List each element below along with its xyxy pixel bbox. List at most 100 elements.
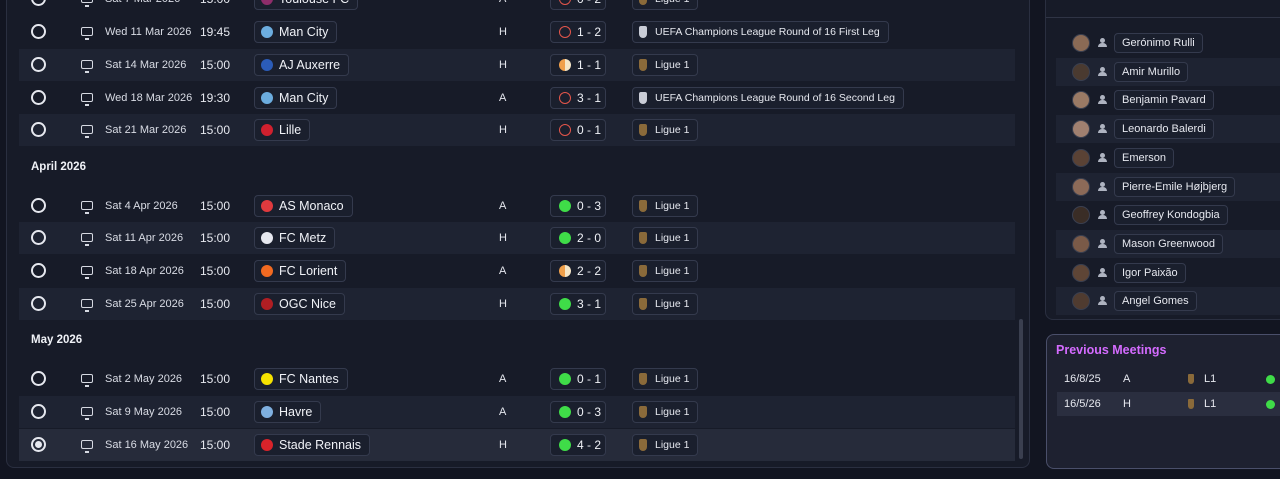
fixture-row[interactable]: Sat 25 Apr 2026 15:00 OGC Nice H 3 - 1 Ligue … [19, 288, 1015, 320]
player-row[interactable]: Mason Greenwood [1056, 229, 1280, 258]
competition-name: Ligue 1 [655, 59, 690, 71]
meeting-competition: L1 [1204, 373, 1217, 385]
meeting-row[interactable]: 16/5/26 H L1 [1057, 392, 1280, 416]
opponent-button[interactable]: Man City [254, 87, 338, 109]
competition-button[interactable]: Ligue 1 [632, 119, 699, 141]
select-radio[interactable] [31, 57, 46, 72]
result-button[interactable]: 0 - 1 [550, 119, 606, 141]
result-button[interactable]: 0 - 2 [550, 0, 606, 10]
select-radio[interactable] [31, 371, 46, 386]
person-icon [1098, 296, 1107, 306]
player-name-button[interactable]: Angel Gomes [1114, 291, 1197, 312]
avatar [1072, 148, 1090, 167]
competition-name: UEFA Champions League Round of 16 Second… [655, 92, 895, 104]
fixture-row[interactable]: Sat 9 May 2026 15:00 Havre A 0 - 3 Ligue 1 [19, 396, 1015, 428]
player-name-button[interactable]: Igor Paixão [1114, 262, 1186, 283]
win-icon [559, 373, 571, 385]
player-name-button[interactable]: Emerson [1114, 147, 1175, 168]
loss-icon [559, 0, 571, 5]
fixture-row[interactable]: Sat 4 Apr 2026 15:00 AS Monaco A 0 - 3 Ligue … [19, 190, 1015, 222]
divider [1046, 17, 1280, 18]
player-name-button[interactable]: Benjamin Pavard [1114, 90, 1214, 111]
player-row[interactable]: Geoffrey Kondogbia [1056, 201, 1280, 229]
opponent-button[interactable]: AJ Auxerre [254, 54, 350, 76]
player-name-button[interactable]: Leonardo Balerdi [1114, 119, 1214, 140]
player-row[interactable]: Amir Murillo [1056, 57, 1280, 86]
select-radio[interactable] [31, 230, 46, 245]
fixture-row[interactable]: Sat 21 Mar 2026 15:00 Lille H 0 - 1 Ligue 1 [19, 114, 1015, 146]
fixture-row[interactable]: Sat 16 May 2026 15:00 Stade Rennais H 4 - 2 L… [19, 429, 1015, 461]
result-button[interactable]: 1 - 2 [550, 21, 606, 43]
competition-button[interactable]: Ligue 1 [632, 293, 699, 315]
avatar [1072, 177, 1090, 196]
fixture-row[interactable]: Sat 14 Mar 2026 15:00 AJ Auxerre H 1 - 1 Ligu… [19, 49, 1015, 81]
result-button[interactable]: 2 - 2 [550, 260, 606, 282]
select-radio[interactable] [31, 24, 46, 39]
club-crest-icon [261, 265, 273, 277]
player-row[interactable]: Emerson [1056, 144, 1280, 172]
select-radio[interactable] [31, 437, 46, 452]
meeting-row[interactable]: 16/8/25 A L1 [1057, 367, 1280, 391]
select-radio[interactable] [31, 198, 46, 213]
competition-button[interactable]: Ligue 1 [632, 0, 699, 10]
select-radio[interactable] [31, 90, 46, 105]
competition-button[interactable]: Ligue 1 [632, 227, 699, 249]
month-header: May 2026 [31, 334, 83, 346]
select-radio[interactable] [31, 263, 46, 278]
player-name-button[interactable]: Gerónimo Rulli [1114, 33, 1203, 53]
player-row[interactable]: Gerónimo Rulli [1056, 29, 1280, 57]
opponent-button[interactable]: Stade Rennais [254, 434, 371, 456]
result-button[interactable]: 3 - 1 [550, 87, 606, 109]
score: 2 - 0 [577, 231, 602, 245]
home-away: A [499, 265, 507, 277]
result-button[interactable]: 1 - 1 [550, 54, 606, 76]
win-icon [559, 439, 571, 451]
select-radio[interactable] [31, 296, 46, 311]
player-name-button[interactable]: Amir Murillo [1114, 61, 1189, 82]
select-radio[interactable] [31, 0, 46, 6]
fixture-row[interactable]: Wed 18 Mar 2026 19:30 Man City A 3 - 1 UEFA C… [19, 82, 1015, 114]
opponent-button[interactable]: Toulouse FC [254, 0, 359, 10]
competition-button[interactable]: Ligue 1 [632, 434, 699, 456]
opponent-button[interactable]: FC Nantes [254, 368, 348, 390]
opponent-name: FC Nantes [279, 372, 339, 386]
competition-button[interactable]: UEFA Champions League Round of 16 Second… [632, 87, 904, 109]
competition-name: Ligue 1 [655, 0, 689, 5]
result-button[interactable]: 0 - 1 [550, 368, 606, 390]
competition-button[interactable]: Ligue 1 [632, 54, 699, 76]
player-row[interactable]: Pierre-Emile Højbjerg [1056, 172, 1280, 201]
player-row[interactable]: Benjamin Pavard [1056, 86, 1280, 114]
player-row[interactable]: Igor Paixão [1056, 259, 1280, 287]
competition-button[interactable]: Ligue 1 [632, 401, 699, 423]
select-radio[interactable] [31, 404, 46, 419]
competition-button[interactable]: UEFA Champions League Round of 16 First … [632, 21, 889, 43]
fixtures-scrollbar[interactable] [1019, 319, 1023, 459]
select-radio[interactable] [31, 122, 46, 137]
opponent-button[interactable]: FC Lorient [254, 260, 347, 282]
opponent-button[interactable]: Lille [254, 119, 311, 141]
result-button[interactable]: 2 - 0 [550, 227, 606, 249]
result-button[interactable]: 3 - 1 [550, 293, 606, 315]
player-name-button[interactable]: Mason Greenwood [1114, 233, 1223, 254]
fixture-row[interactable]: Sat 2 May 2026 15:00 FC Nantes A 0 - 1 Ligue … [19, 363, 1015, 395]
result-button[interactable]: 0 - 3 [550, 195, 606, 217]
player-row[interactable]: Angel Gomes [1056, 287, 1280, 316]
competition-button[interactable]: Ligue 1 [632, 260, 699, 282]
fixture-row[interactable]: Sat 18 Apr 2026 15:00 FC Lorient A 2 - 2 Ligu… [19, 255, 1015, 287]
fixture-row[interactable]: Sat 11 Apr 2026 15:00 FC Metz H 2 - 0 Ligue 1 [19, 222, 1015, 254]
player-name-button[interactable]: Pierre-Emile Højbjerg [1114, 176, 1236, 197]
fixture-row[interactable]: Wed 11 Mar 2026 19:45 Man City H 1 - 2 UEFA C… [19, 16, 1015, 48]
opponent-button[interactable]: Man City [254, 21, 338, 43]
opponent-button[interactable]: OGC Nice [254, 293, 345, 315]
player-name-button[interactable]: Geoffrey Kondogbia [1114, 205, 1228, 226]
fixture-row[interactable]: Sat 7 Mar 2026 15:00 Toulouse FC A 0 - 2 Ligu… [19, 0, 1015, 15]
opponent-button[interactable]: AS Monaco [254, 195, 353, 217]
result-button[interactable]: 4 - 2 [550, 434, 606, 456]
competition-button[interactable]: Ligue 1 [632, 195, 699, 217]
player-row[interactable]: Leonardo Balerdi [1056, 115, 1280, 144]
score: 3 - 1 [577, 297, 602, 311]
opponent-button[interactable]: FC Metz [254, 227, 336, 249]
opponent-button[interactable]: Havre [254, 401, 322, 423]
result-button[interactable]: 0 - 3 [550, 401, 606, 423]
competition-button[interactable]: Ligue 1 [632, 368, 699, 390]
